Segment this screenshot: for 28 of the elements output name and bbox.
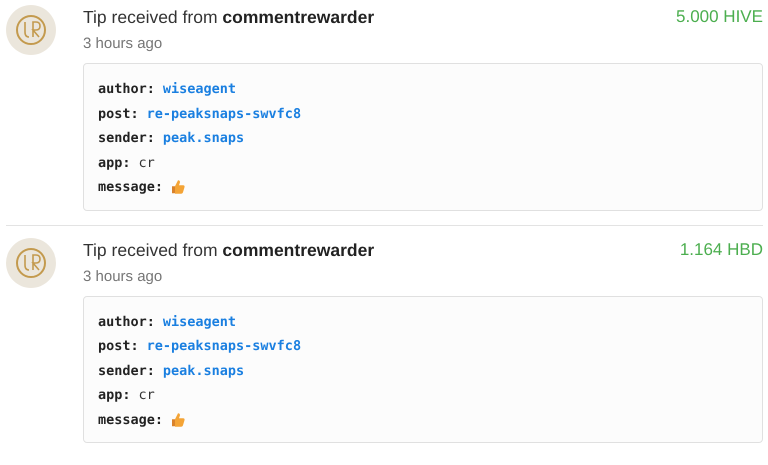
detail-link[interactable]: re-peaksnaps-swvfc8 <box>146 338 302 354</box>
detail-link[interactable]: peak.snaps <box>162 130 244 146</box>
thumbs-up-icon <box>171 179 186 196</box>
detail-link[interactable]: wiseagent <box>162 81 236 98</box>
detail-label: message: <box>98 412 164 428</box>
notification-title: Tip received from commentrewarder <box>83 7 374 28</box>
detail-value: cr <box>138 387 155 404</box>
detail-link[interactable]: wiseagent <box>162 314 236 330</box>
notification-title: Tip received from commentrewarder <box>83 240 374 260</box>
detail-link[interactable]: peak.snaps <box>162 362 244 379</box>
detail-label: author: <box>98 81 155 98</box>
detail-label: sender: <box>98 362 155 379</box>
avatar-icon[interactable] <box>6 5 56 55</box>
thumbs-up-icon <box>171 412 186 428</box>
detail-link[interactable]: re-peaksnaps-swvfc8 <box>146 106 302 122</box>
timestamp: 3 hours ago <box>83 268 164 284</box>
detail-label: author: <box>98 314 155 330</box>
detail-label: message: <box>98 179 164 196</box>
detail-label: sender: <box>98 130 155 146</box>
avatar-icon[interactable] <box>6 238 56 288</box>
detail-label: app: <box>98 154 131 171</box>
tip-amount: 1.164 HBD <box>680 240 763 260</box>
timestamp: 3 hours ago <box>83 35 164 52</box>
detail-label: post: <box>98 106 139 122</box>
detail-value: cr <box>138 154 155 171</box>
detail-label: app: <box>98 387 131 404</box>
detail-label: post: <box>98 338 139 354</box>
tip-amount: 5.000 HIVE <box>676 7 763 27</box>
